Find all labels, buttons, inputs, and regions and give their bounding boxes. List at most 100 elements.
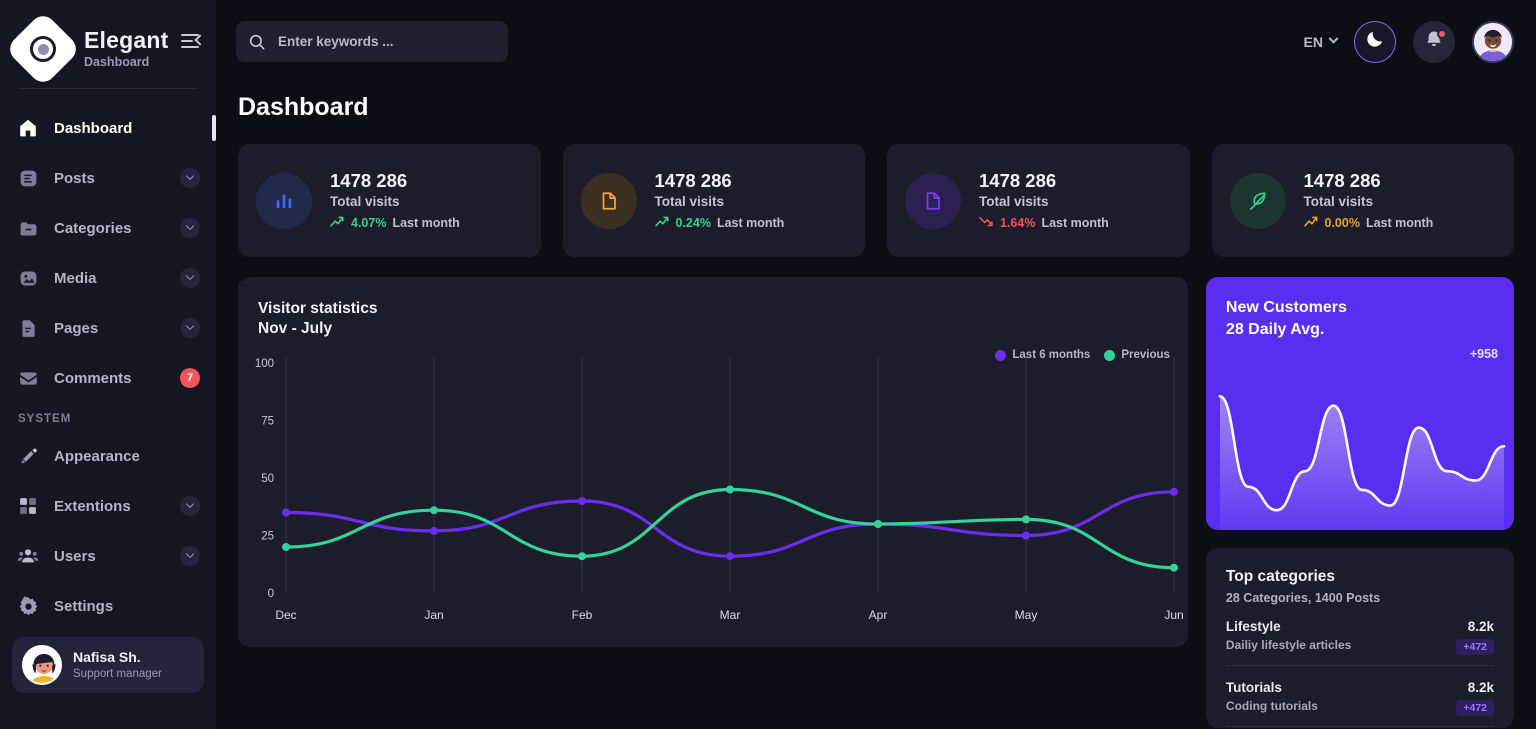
sidebar-item-dashboard[interactable]: Dashboard bbox=[0, 103, 216, 153]
sidebar-item-extentions[interactable]: Extentions bbox=[0, 481, 216, 531]
category-name: Lifestyle bbox=[1225, 619, 1281, 634]
profile-role: Support manager bbox=[73, 667, 162, 680]
sidebar-item-appearance[interactable]: Appearance bbox=[0, 431, 216, 481]
stat-card[interactable]: 1478 286 Total visits 1.64% Last month bbox=[887, 144, 1190, 257]
sidebar-item-pages[interactable]: Pages bbox=[0, 303, 216, 353]
chevron-down-icon[interactable] bbox=[180, 268, 200, 288]
svg-text:100: 100 bbox=[255, 358, 274, 370]
chevron-down-icon[interactable] bbox=[180, 496, 200, 516]
brand-title: Elegant bbox=[84, 26, 169, 53]
sidebar-item-users[interactable]: Users bbox=[0, 531, 216, 581]
stat-period: Last month bbox=[1365, 216, 1434, 231]
sidebar-item-posts[interactable]: Posts bbox=[0, 153, 216, 203]
svg-text:25: 25 bbox=[261, 531, 274, 543]
comments-icon bbox=[16, 366, 40, 390]
svg-text:50: 50 bbox=[261, 473, 274, 485]
svg-text:Mar: Mar bbox=[720, 608, 741, 622]
svg-text:0: 0 bbox=[268, 588, 274, 600]
stat-label: Total visits bbox=[330, 194, 400, 210]
sidebar-profile-card[interactable]: Nafisa Sh. Support manager bbox=[12, 637, 204, 693]
gear-icon bbox=[16, 594, 40, 618]
pages-icon bbox=[16, 316, 40, 340]
category-row[interactable]: Tutorials Coding tutorials 8.2k +472 bbox=[1225, 666, 1494, 727]
chevron-down-icon[interactable] bbox=[180, 318, 200, 338]
chevron-down-icon[interactable] bbox=[180, 218, 200, 238]
search-box[interactable] bbox=[236, 21, 508, 62]
svg-text:Feb: Feb bbox=[572, 608, 593, 622]
sidebar-item-settings[interactable]: Settings bbox=[0, 581, 216, 631]
top-categories-title: Top categories bbox=[1225, 568, 1336, 585]
sidebar: Elegant Dashboard Dashboard Posts Catego… bbox=[0, 0, 216, 729]
sidebar-item-label: Appearance bbox=[54, 447, 140, 465]
user-avatar[interactable] bbox=[1472, 20, 1514, 63]
topbar-actions: EN bbox=[1303, 20, 1514, 63]
sidebar-item-label: Media bbox=[54, 269, 97, 287]
category-name: Tutorials bbox=[1225, 680, 1282, 695]
search-input[interactable] bbox=[278, 34, 496, 49]
stat-card[interactable]: 1478 286 Total visits 0.00% Last month bbox=[1211, 144, 1514, 257]
stat-period: Last month bbox=[1041, 216, 1109, 231]
svg-text:Jan: Jan bbox=[424, 608, 443, 622]
customers-sparkline bbox=[1218, 395, 1506, 530]
sidebar-item-label: Comments bbox=[54, 369, 132, 387]
sidebar-nav: Dashboard Posts Categories Media Pages C… bbox=[0, 89, 216, 693]
document-icon bbox=[905, 172, 961, 229]
users-icon bbox=[16, 544, 40, 568]
customers-title: New Customers bbox=[1225, 299, 1347, 316]
category-count: 8.2k bbox=[1467, 680, 1494, 695]
sidebar-item-label: Posts bbox=[54, 169, 95, 187]
top-categories-card: Top categories 28 Categories, 1400 Posts… bbox=[1205, 548, 1514, 728]
category-count: 8.2k bbox=[1467, 619, 1494, 634]
categories-icon bbox=[16, 216, 40, 240]
svg-text:Dec: Dec bbox=[275, 608, 296, 622]
sidebar-item-categories[interactable]: Categories bbox=[0, 203, 216, 253]
sidebar-item-comments[interactable]: Comments 7 bbox=[0, 353, 216, 403]
sidebar-item-label: Extentions bbox=[54, 497, 131, 515]
bar-chart-icon bbox=[256, 172, 312, 229]
main-content: EN bbox=[216, 0, 1536, 729]
sidebar-item-label: Settings bbox=[54, 597, 114, 615]
sidebar-item-media[interactable]: Media bbox=[0, 253, 216, 303]
language-selector[interactable]: EN bbox=[1303, 33, 1339, 50]
svg-text:Apr: Apr bbox=[869, 608, 888, 622]
stat-value: 1478 286 bbox=[654, 169, 732, 191]
stat-period: Last month bbox=[392, 216, 460, 231]
svg-text:Jun: Jun bbox=[1164, 608, 1183, 622]
new-customers-card: New Customers 28 Daily Avg. +958 bbox=[1205, 277, 1514, 530]
sidebar-item-label: Users bbox=[54, 547, 96, 565]
comments-badge: 7 bbox=[180, 368, 200, 388]
chart-subtitle: Nov - July bbox=[258, 319, 333, 337]
category-chip: +472 bbox=[1456, 639, 1494, 655]
trend-down-icon bbox=[979, 215, 994, 231]
stat-label: Total visits bbox=[979, 194, 1049, 210]
sidebar-item-label: Categories bbox=[54, 219, 132, 237]
moon-icon bbox=[1365, 29, 1385, 54]
media-icon bbox=[16, 266, 40, 290]
chevron-down-icon bbox=[1328, 33, 1339, 44]
stat-card[interactable]: 1478 286 Total visits 4.07% Last month bbox=[238, 144, 541, 257]
svg-text:75: 75 bbox=[261, 416, 274, 428]
chevron-down-icon[interactable] bbox=[180, 168, 200, 188]
sidebar-system-label: SYSTEM bbox=[18, 413, 72, 425]
visitor-line-chart: 0 25 50 75 100 Dec Jan Feb Mar Apr May Jun bbox=[255, 357, 1184, 622]
avatar bbox=[22, 645, 62, 685]
document-icon bbox=[580, 172, 637, 229]
stat-value: 1478 286 bbox=[1303, 169, 1381, 191]
trend-up-icon bbox=[330, 215, 345, 231]
chevron-down-icon[interactable] bbox=[180, 546, 200, 566]
stat-value: 1478 286 bbox=[330, 169, 408, 191]
sidebar-collapse-icon[interactable] bbox=[181, 34, 206, 52]
notifications-button[interactable] bbox=[1413, 20, 1455, 63]
home-icon bbox=[16, 116, 40, 140]
stat-card[interactable]: 1478 286 Total visits 0.24% Last month bbox=[562, 144, 865, 257]
stat-delta: 0.24% bbox=[675, 216, 711, 231]
category-row[interactable]: Lifestyle Dailiy lifestyle articles 8.2k… bbox=[1225, 605, 1494, 666]
feather-icon bbox=[1229, 172, 1286, 229]
app-logo-icon bbox=[4, 10, 82, 88]
theme-toggle-button[interactable] bbox=[1354, 20, 1396, 63]
category-desc: Dailiy lifestyle articles bbox=[1225, 638, 1352, 652]
pen-icon bbox=[16, 444, 40, 468]
stat-delta: 0.00% bbox=[1324, 216, 1360, 231]
language-label: EN bbox=[1303, 33, 1323, 50]
page-title: Dashboard bbox=[238, 93, 369, 121]
